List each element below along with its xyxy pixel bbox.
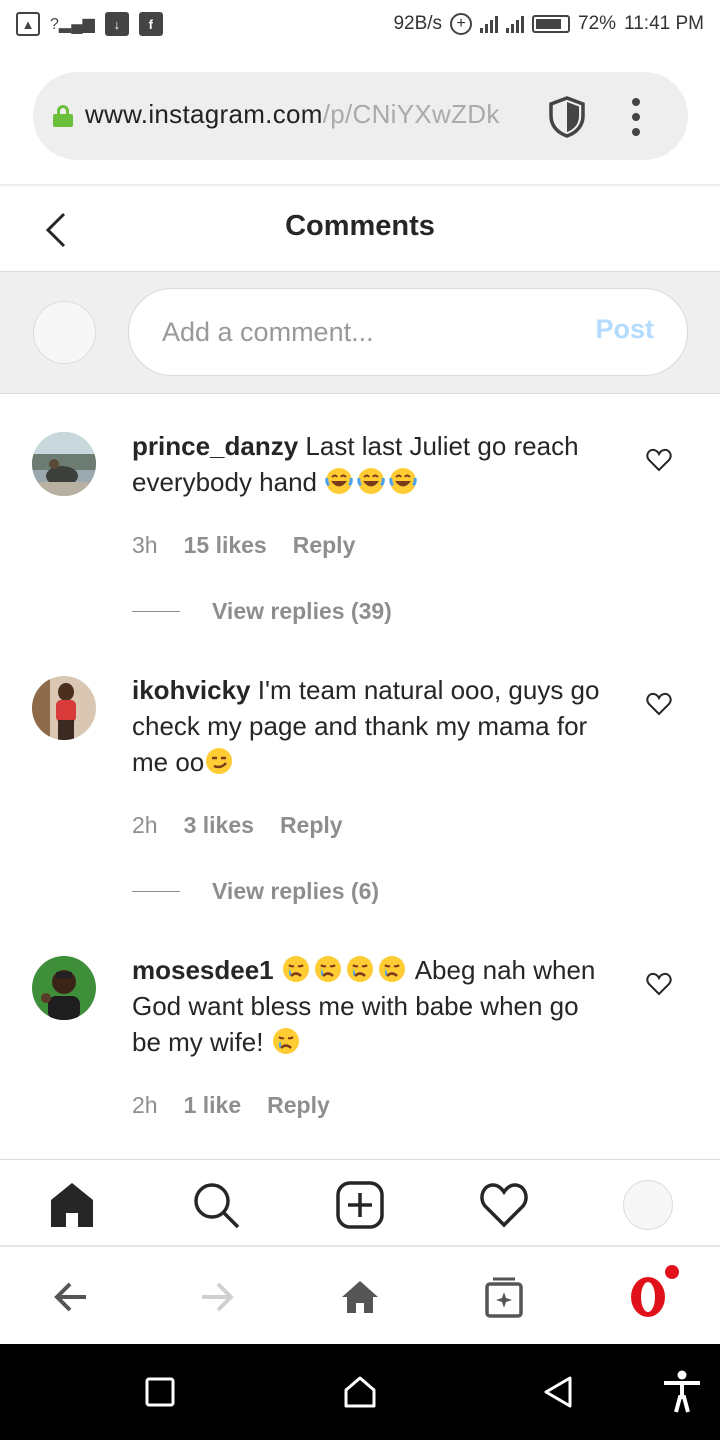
comment-time: 3h bbox=[132, 532, 158, 558]
crying-emoji-icon bbox=[314, 956, 341, 982]
clock: 11:41 PM bbox=[624, 13, 704, 34]
post-button[interactable]: Post bbox=[595, 314, 654, 345]
address-bar[interactable]: www.instagram.com/p/CNiYXwZDk bbox=[33, 72, 688, 160]
gallery-icon: ▲ bbox=[16, 12, 40, 36]
browser-toolbar: www.instagram.com/p/CNiYXwZDk bbox=[0, 48, 720, 186]
crying-emoji-icon bbox=[346, 956, 373, 982]
forward-icon[interactable] bbox=[194, 1275, 238, 1319]
comments-header: Comments bbox=[0, 186, 720, 272]
battery-icon bbox=[532, 15, 571, 33]
comment-input[interactable] bbox=[162, 313, 562, 351]
smirk-emoji-icon bbox=[206, 748, 233, 774]
comment-composer: Post bbox=[0, 272, 720, 394]
browser-nav-bar bbox=[0, 1249, 720, 1344]
battery-percent: 72% bbox=[578, 13, 617, 34]
comment-meta: 2h 3 likes Reply bbox=[132, 812, 343, 839]
menu-icon[interactable] bbox=[631, 98, 641, 136]
lock-icon[interactable] bbox=[53, 105, 73, 127]
search-icon[interactable] bbox=[191, 1180, 241, 1230]
reply-button[interactable]: Reply bbox=[280, 812, 343, 839]
shield-icon[interactable] bbox=[547, 96, 587, 138]
avatar[interactable] bbox=[32, 432, 96, 496]
status-bar: ▲ ?▂▄▆ ↓ f 92B/s + 72% 11:41 PM bbox=[0, 0, 720, 48]
instagram-tab-bar bbox=[0, 1159, 720, 1247]
opera-menu-icon[interactable] bbox=[624, 1263, 682, 1321]
facebook-icon: f bbox=[138, 12, 163, 36]
crying-emoji-icon bbox=[282, 956, 309, 982]
comment-input-box[interactable]: Post bbox=[128, 288, 688, 376]
view-replies-label[interactable]: View replies (39) bbox=[212, 598, 392, 625]
comment-text: mosesdee1 Abeg nah when God want bless m… bbox=[132, 955, 596, 1057]
reply-button[interactable]: Reply bbox=[293, 532, 356, 559]
laughing-tears-emoji-icon bbox=[389, 468, 418, 494]
comment-likes[interactable]: 1 like bbox=[184, 1092, 242, 1119]
crying-emoji-icon bbox=[378, 956, 405, 982]
comment-username[interactable]: mosesdee1 bbox=[132, 955, 274, 985]
home-icon[interactable] bbox=[47, 1180, 97, 1230]
url-text[interactable]: www.instagram.com/p/CNiYXwZDk bbox=[85, 99, 535, 131]
signal-icon-1 bbox=[480, 15, 499, 33]
accessibility-icon[interactable] bbox=[662, 1370, 702, 1414]
reply-button[interactable]: Reply bbox=[267, 1092, 330, 1119]
view-replies-label[interactable]: View replies (6) bbox=[212, 878, 379, 905]
comment-likes[interactable]: 15 likes bbox=[184, 532, 267, 559]
like-heart-icon[interactable] bbox=[646, 448, 672, 472]
network-speed: 92B/s bbox=[393, 13, 443, 34]
recents-icon[interactable] bbox=[142, 1374, 178, 1410]
comment-text: ikohvicky I'm team natural ooo, guys go … bbox=[132, 675, 600, 777]
laughing-tears-emoji-icon bbox=[325, 468, 354, 494]
signal-icon-2 bbox=[506, 15, 525, 33]
crying-emoji-icon bbox=[272, 1028, 299, 1054]
view-replies-button[interactable]: View replies (6) bbox=[132, 878, 379, 905]
comment-meta: 3h 15 likes Reply bbox=[132, 532, 355, 559]
replies-divider bbox=[132, 611, 180, 612]
view-replies-button[interactable]: View replies (39) bbox=[132, 598, 392, 625]
download-icon: ↓ bbox=[104, 12, 129, 36]
system-back-icon[interactable] bbox=[540, 1374, 576, 1410]
browser-home-icon[interactable] bbox=[338, 1275, 382, 1319]
comment-time: 2h bbox=[132, 812, 158, 838]
comment-meta: 2h 1 like Reply bbox=[132, 1092, 330, 1119]
comment-likes[interactable]: 3 likes bbox=[184, 812, 254, 839]
system-nav-bar bbox=[0, 1344, 720, 1440]
page-title: Comments bbox=[285, 210, 435, 242]
system-home-icon[interactable] bbox=[342, 1374, 378, 1410]
avatar[interactable] bbox=[32, 956, 96, 1020]
signal-question-icon: ?▂▄▆ bbox=[50, 16, 95, 33]
replies-divider bbox=[132, 891, 180, 892]
comment-text: prince_danzy Last last Juliet go reach e… bbox=[132, 431, 579, 497]
avatar[interactable] bbox=[32, 676, 96, 740]
data-saver-icon: + bbox=[450, 13, 473, 35]
laughing-tears-emoji-icon bbox=[357, 468, 386, 494]
comment-username[interactable]: ikohvicky bbox=[132, 675, 251, 705]
tabs-icon[interactable] bbox=[482, 1275, 526, 1319]
activity-heart-icon[interactable] bbox=[479, 1180, 529, 1230]
new-post-icon[interactable] bbox=[335, 1180, 385, 1230]
like-heart-icon[interactable] bbox=[646, 972, 672, 996]
comment-time: 2h bbox=[132, 1092, 158, 1118]
like-heart-icon[interactable] bbox=[646, 692, 672, 716]
my-avatar bbox=[33, 301, 96, 364]
profile-avatar-tab[interactable] bbox=[623, 1180, 673, 1230]
comment-username[interactable]: prince_danzy bbox=[132, 431, 298, 461]
back-icon[interactable] bbox=[50, 1275, 94, 1319]
